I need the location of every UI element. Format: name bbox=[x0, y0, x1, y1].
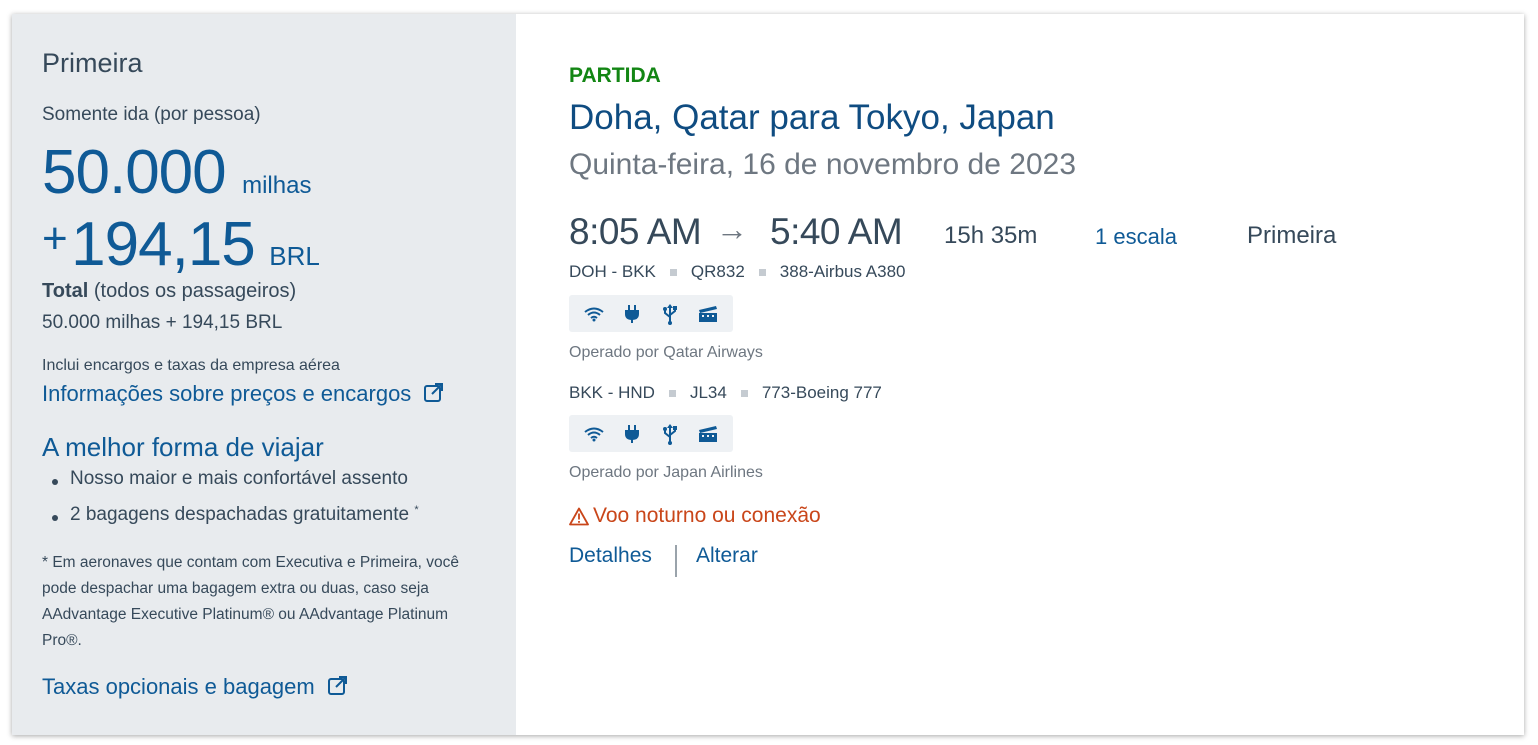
flight-date: Quinta-feira, 16 de novembro de 2023 bbox=[569, 148, 1076, 181]
warning-icon bbox=[569, 507, 589, 526]
separator bbox=[669, 268, 677, 276]
segment-info: DOH - BKK QR832 388-Airbus A380 bbox=[569, 262, 905, 282]
overnight-warning: Voo noturno ou conexão bbox=[569, 504, 821, 528]
flight-duration: 15h 35m bbox=[944, 222, 1038, 249]
entertainment-icon bbox=[689, 425, 727, 443]
flight-cabin: Primeira bbox=[1247, 222, 1337, 249]
optional-fees-link[interactable]: Taxas opcionais e bagagem bbox=[42, 674, 349, 702]
footnote-text: * Em aeronaves que contam com Executiva … bbox=[42, 554, 459, 649]
external-link-icon bbox=[327, 674, 349, 702]
arrive-time: 5:40 AM bbox=[770, 211, 903, 252]
separator bbox=[668, 389, 676, 397]
separator bbox=[740, 389, 748, 397]
amenities-bar bbox=[569, 295, 733, 332]
stops-link[interactable]: 1 escala bbox=[1095, 224, 1177, 250]
flight-details-panel: PARTIDA Doha, Qatar para Tokyo, Japan Qu… bbox=[516, 14, 1524, 735]
pricing-info-link[interactable]: Informações sobre preços e encargos bbox=[42, 381, 445, 409]
benefit-item: 2 bagagens despachadas gratuitamente * bbox=[42, 504, 419, 526]
segment-route: BKK - HND bbox=[569, 383, 655, 402]
arrow-icon: → bbox=[716, 211, 748, 247]
cash-value: 194,15 bbox=[71, 210, 256, 279]
miles-price: 50.000 milhas bbox=[42, 142, 311, 204]
flight-number: JL34 bbox=[689, 383, 727, 402]
aircraft-type: 388-Airbus A380 bbox=[779, 262, 906, 281]
wifi-icon bbox=[575, 306, 613, 322]
cash-price: + 194,15 BRL bbox=[42, 214, 320, 276]
cash-unit: BRL bbox=[269, 241, 320, 271]
segment-route: DOH - BKK bbox=[569, 262, 656, 281]
amenities-bar bbox=[569, 415, 733, 452]
footnote-mark: * bbox=[414, 504, 419, 516]
usb-icon bbox=[651, 423, 689, 445]
usb-icon bbox=[651, 303, 689, 325]
benefit-text: 2 bagagens despachadas gratuitamente bbox=[70, 504, 410, 525]
miles-value: 50.000 bbox=[42, 138, 227, 207]
benefit-item: Nosso maior e mais confortável assento bbox=[42, 468, 419, 490]
power-icon bbox=[613, 424, 651, 444]
segment-info: BKK - HND JL34 773-Boeing 777 bbox=[569, 383, 882, 403]
pricing-info-label: Informações sobre preços e encargos bbox=[42, 381, 412, 406]
total-value: 50.000 milhas + 194,15 BRL bbox=[42, 312, 283, 333]
flight-number: QR832 bbox=[690, 262, 745, 281]
benefit-text: Nosso maior e mais confortável assento bbox=[70, 468, 408, 489]
action-divider bbox=[675, 545, 677, 577]
change-link[interactable]: Alterar bbox=[696, 544, 758, 568]
total-label: Total bbox=[42, 280, 89, 302]
fare-cabin: Primeira bbox=[42, 48, 143, 78]
optional-fees-label: Taxas opcionais e bagagem bbox=[42, 674, 315, 699]
flight-result-card: Primeira Somente ida (por pessoa) 50.000… bbox=[12, 14, 1524, 735]
benefits-title: A melhor forma de viajar bbox=[42, 432, 324, 462]
operated-by: Operado por Japan Airlines bbox=[569, 464, 763, 481]
route-title: Doha, Qatar para Tokyo, Japan bbox=[569, 98, 1055, 137]
power-icon bbox=[613, 304, 651, 324]
wifi-icon bbox=[575, 426, 613, 442]
depart-time: 8:05 AM bbox=[569, 211, 702, 252]
cash-prefix: + bbox=[42, 214, 68, 263]
total-label-line: Total (todos os passageiros) bbox=[42, 280, 296, 303]
miles-unit: milhas bbox=[242, 172, 312, 199]
fare-panel: Primeira Somente ida (por pessoa) 50.000… bbox=[12, 14, 516, 735]
entertainment-icon bbox=[689, 305, 727, 323]
separator bbox=[758, 268, 766, 276]
direction-label: PARTIDA bbox=[569, 64, 661, 87]
details-link[interactable]: Detalhes bbox=[569, 544, 652, 568]
aircraft-type: 773-Boeing 777 bbox=[761, 383, 882, 402]
includes-taxes-text: Inclui encargos e taxas da empresa aérea bbox=[42, 357, 340, 374]
trip-type: Somente ida (por pessoa) bbox=[42, 104, 261, 125]
total-qualifier: (todos os passageiros) bbox=[93, 280, 297, 302]
warning-text: Voo noturno ou conexão bbox=[593, 504, 821, 527]
external-link-icon bbox=[423, 381, 445, 409]
benefits-list: Nosso maior e mais confortável assento 2… bbox=[42, 468, 419, 526]
operated-by: Operado por Qatar Airways bbox=[569, 344, 763, 361]
